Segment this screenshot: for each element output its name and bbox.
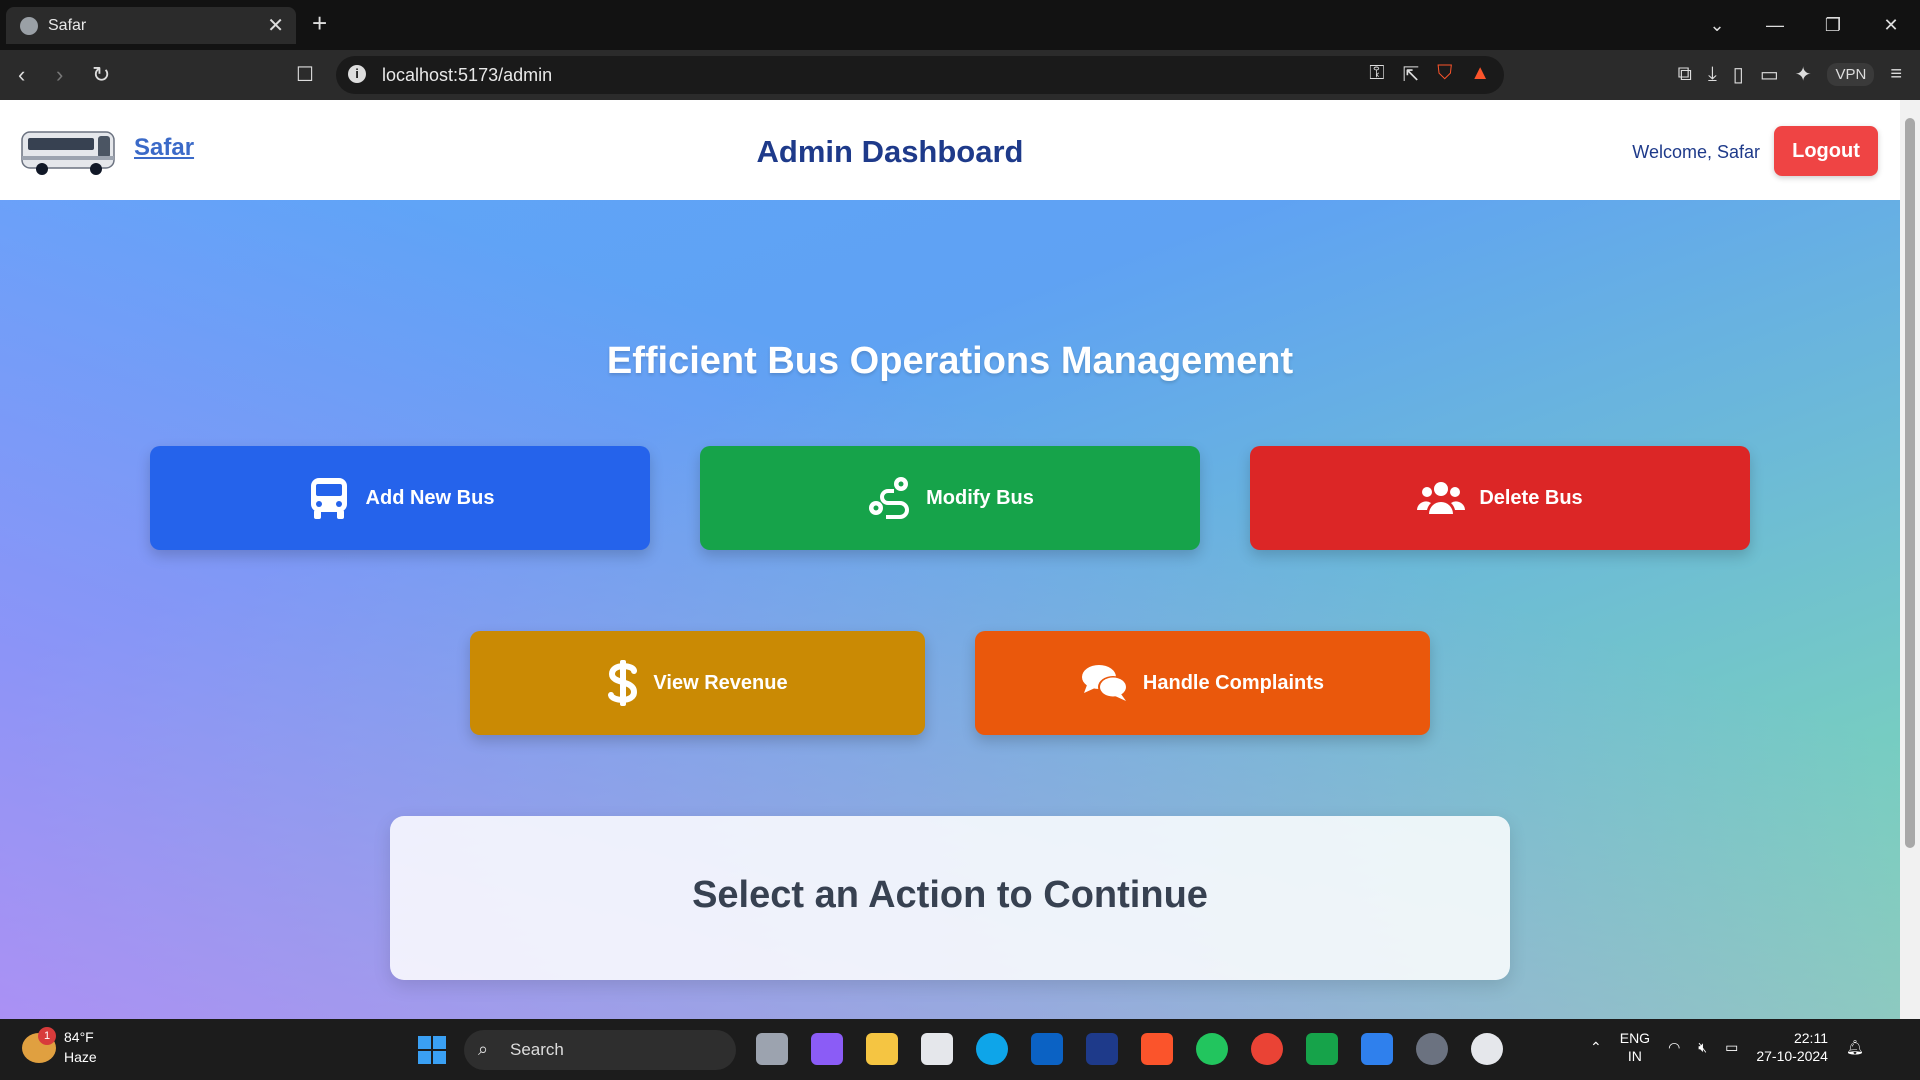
handle-complaints-label: Handle Complaints: [1142, 671, 1325, 694]
page-viewport: Safar Admin Dashboard Welcome, Safar Log…: [0, 100, 1900, 1019]
tab-title: Safar: [48, 17, 87, 34]
taskbar-search[interactable]: ⌕ Search: [464, 1030, 736, 1070]
panel-message: Select an Action to Continue: [692, 874, 1208, 916]
comments-icon: [1081, 665, 1128, 701]
wallet-icon[interactable]: ▭: [1760, 62, 1779, 87]
clock[interactable]: 22:11 27-10-2024: [1756, 1029, 1828, 1065]
url-text: localhost:5173/admin: [382, 65, 553, 85]
tab-search-button[interactable]: ⌄: [1688, 0, 1746, 50]
date: 27-10-2024: [1756, 1048, 1828, 1064]
page-scrollbar[interactable]: [1900, 100, 1920, 1019]
reload-icon[interactable]: ↻: [92, 62, 110, 88]
delete-bus-label: Delete Bus: [1479, 486, 1583, 509]
chrome-icon[interactable]: [1251, 1033, 1283, 1065]
region-code: IN: [1627, 1048, 1642, 1064]
taskbar-apps: [756, 1033, 1503, 1065]
download-icon[interactable]: ⤓: [1708, 63, 1717, 86]
users-icon: [1417, 482, 1466, 514]
site-header: Safar Admin Dashboard Welcome, Safar Log…: [0, 100, 1900, 200]
action-panel: Select an Action to Continue: [390, 816, 1510, 980]
search-icon: ⌕: [478, 1039, 489, 1059]
site-info-icon[interactable]: i: [348, 65, 366, 83]
copilot-icon[interactable]: [811, 1033, 843, 1065]
extensions-icon[interactable]: ⧉: [1678, 63, 1692, 86]
vscode-icon[interactable]: [1361, 1033, 1393, 1065]
leo-ai-icon[interactable]: ✦: [1795, 62, 1812, 87]
tab-close-button[interactable]: ✕: [267, 13, 284, 38]
add-new-bus-button[interactable]: Add New Bus: [150, 446, 650, 550]
address-bar[interactable]: i localhost:5173/admin ⚿ ⇱ ⛉ ▲: [336, 56, 1504, 94]
file-explorer-icon[interactable]: [866, 1033, 898, 1065]
sidebar-icon[interactable]: ▯: [1733, 62, 1744, 87]
globe-icon: [20, 17, 38, 35]
volume-muted-icon[interactable]: 🔇︎: [1698, 1039, 1707, 1056]
brave-rewards-icon[interactable]: ▲: [1470, 62, 1490, 87]
wifi-icon[interactable]: ◠: [1668, 1039, 1680, 1056]
minimize-button[interactable]: —: [1746, 0, 1804, 50]
handle-complaints-button[interactable]: Handle Complaints: [975, 631, 1430, 735]
main-content: Efficient Bus Operations Management Add …: [0, 100, 1900, 1019]
outlook-icon[interactable]: [1031, 1033, 1063, 1065]
close-window-button[interactable]: ✕: [1862, 0, 1920, 50]
dollar-icon: [608, 660, 638, 706]
share-icon[interactable]: ⇱: [1402, 62, 1419, 87]
view-revenue-label: View Revenue: [653, 671, 788, 694]
extension-icons: ⧉ ⤓ ▯ ▭ ✦ VPN ≡: [1678, 62, 1902, 87]
window-controls: ⌄ — ❐ ✕: [1688, 0, 1920, 50]
taskbar: 1 84°F Haze ⌕ Search ⌃ ENG IN ◠ 🔇︎ ▭ 22:…: [0, 1019, 1920, 1080]
task-view-icon[interactable]: [756, 1033, 788, 1065]
address-bar-icons: ⚿ ⇱ ⛉ ▲: [1369, 62, 1490, 87]
browser-tab[interactable]: Safar ✕: [6, 7, 296, 44]
browser-toolbar: ‹ › ↻ ☐ i localhost:5173/admin ⚿ ⇱ ⛉ ▲ ⧉…: [0, 50, 1920, 100]
delete-bus-button[interactable]: Delete Bus: [1250, 446, 1750, 550]
vpn-button[interactable]: VPN: [1827, 63, 1875, 86]
whatsapp-icon[interactable]: [1196, 1033, 1228, 1065]
bookmark-icon[interactable]: ☐: [296, 62, 314, 87]
system-tray: ⌃ ENG IN ◠ 🔇︎ ▭ 22:11 27-10-2024 🔔︎: [1590, 1029, 1864, 1065]
new-tab-button[interactable]: +: [312, 8, 327, 39]
bus-logo-icon: [21, 131, 115, 175]
forward-icon[interactable]: ›: [56, 62, 63, 88]
add-new-bus-label: Add New Bus: [365, 486, 495, 509]
headline: Efficient Bus Operations Management: [606, 340, 1294, 382]
weather-badge: 1: [38, 1027, 56, 1045]
view-revenue-button[interactable]: View Revenue: [470, 631, 925, 735]
sheets-icon[interactable]: [1306, 1033, 1338, 1065]
mongodb-icon[interactable]: [1471, 1033, 1503, 1065]
browser-tab-strip: Safar ✕ + ⌄ — ❐ ✕: [0, 0, 1920, 50]
search-label: Search: [510, 1040, 564, 1059]
back-icon[interactable]: ‹: [18, 62, 25, 88]
welcome-text: Welcome, Safar: [1632, 142, 1760, 162]
battery-icon[interactable]: ▭: [1725, 1039, 1738, 1056]
scrollbar-thumb[interactable]: [1905, 118, 1915, 848]
key-icon[interactable]: ⚿: [1369, 62, 1384, 87]
restore-button[interactable]: ❐: [1804, 0, 1862, 50]
l-app-icon[interactable]: [1086, 1033, 1118, 1065]
language-code: ENG: [1619, 1030, 1651, 1046]
brave-icon[interactable]: [1141, 1033, 1173, 1065]
weather-condition: Haze: [64, 1049, 97, 1065]
media-player-icon[interactable]: [1416, 1033, 1448, 1065]
chevron-up-icon[interactable]: ⌃: [1590, 1039, 1602, 1056]
page-title: Admin Dashboard: [756, 134, 1024, 169]
notification-bell-icon[interactable]: 🔔︎: [1846, 1039, 1864, 1056]
logout-button[interactable]: Logout: [1774, 126, 1878, 176]
route-icon: [869, 477, 910, 519]
windows-start-icon[interactable]: [418, 1036, 446, 1064]
language-indicator[interactable]: ENG IN: [1620, 1029, 1650, 1065]
temperature: 84°F: [64, 1029, 94, 1045]
edge-icon[interactable]: [976, 1033, 1008, 1065]
brave-shield-icon[interactable]: ⛉: [1437, 62, 1452, 87]
store-icon[interactable]: [921, 1033, 953, 1065]
brand-link[interactable]: Safar: [134, 134, 194, 162]
modify-bus-button[interactable]: Modify Bus: [700, 446, 1200, 550]
menu-icon[interactable]: ≡: [1890, 63, 1902, 86]
time: 22:11: [1793, 1030, 1828, 1046]
modify-bus-label: Modify Bus: [926, 486, 1034, 509]
bus-icon: [310, 478, 347, 519]
